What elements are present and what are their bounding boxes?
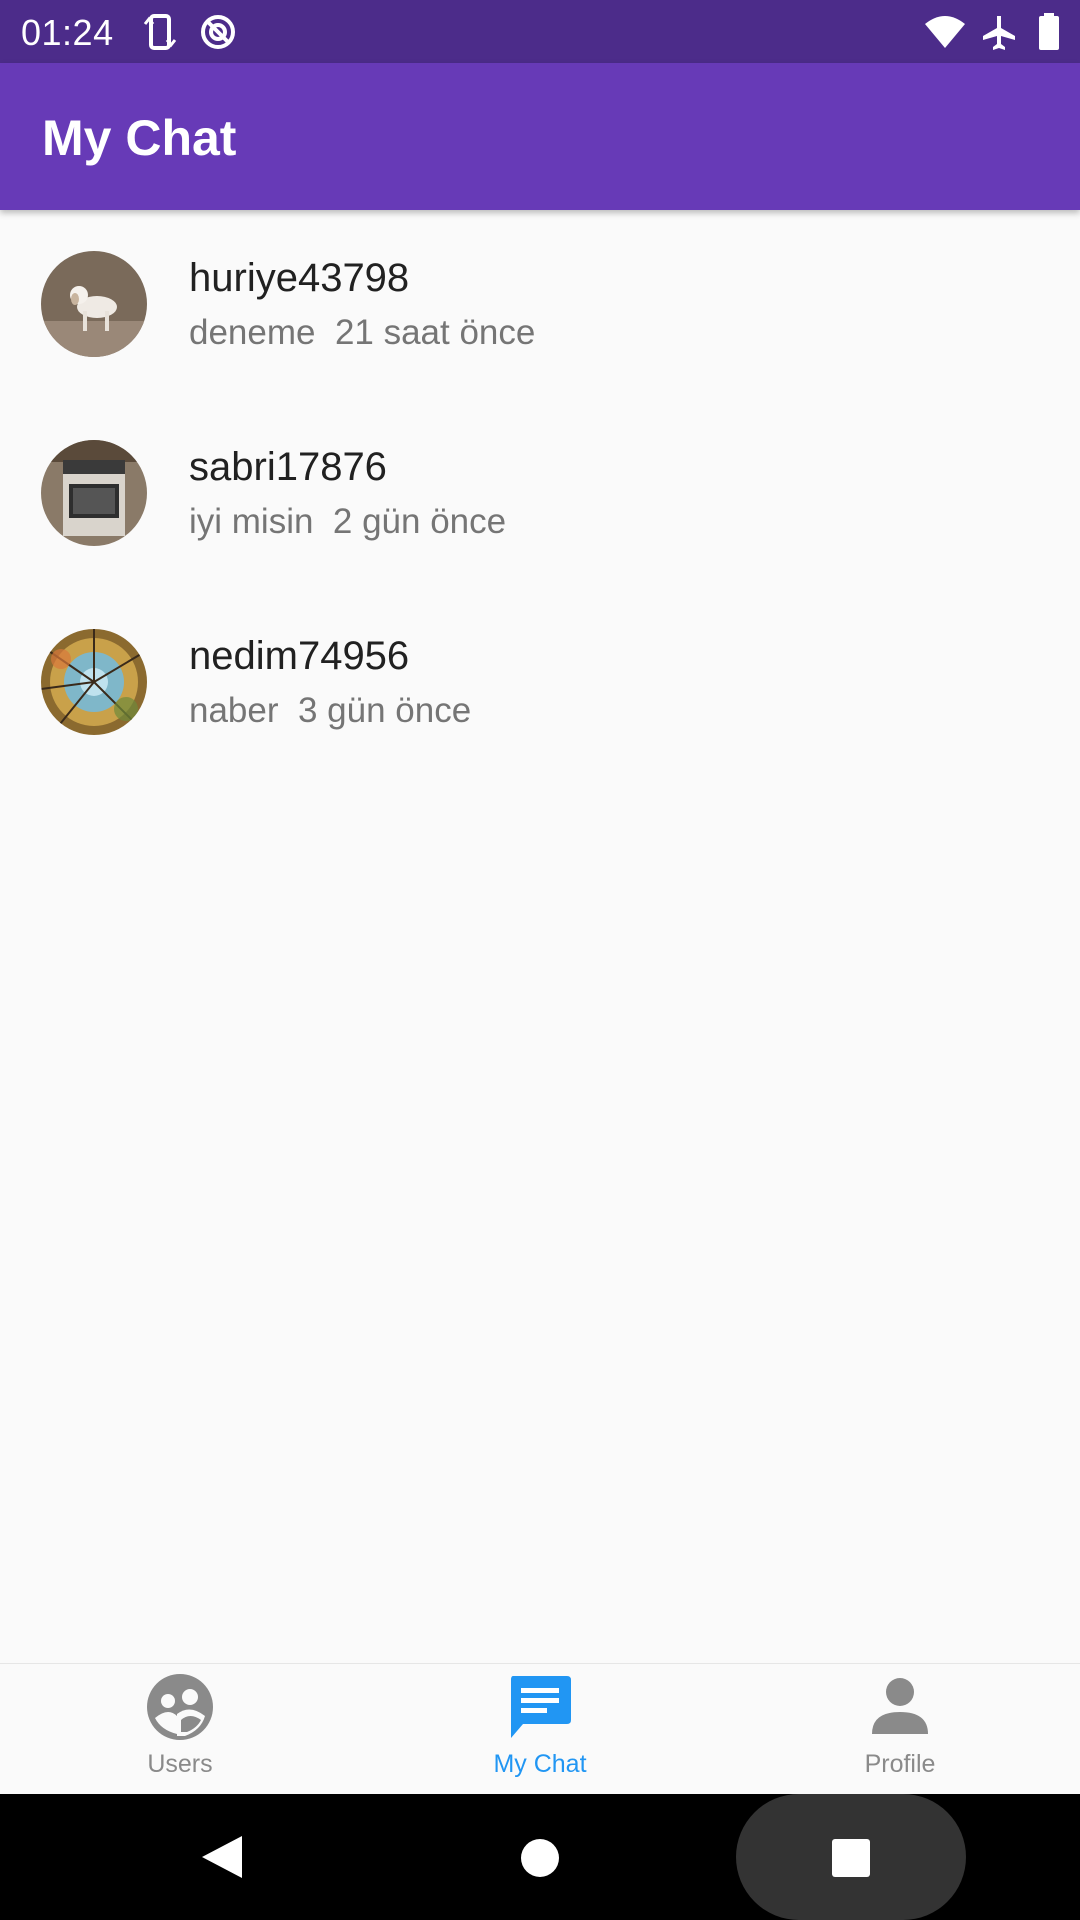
nav-item-profile[interactable]: Profile (720, 1664, 1080, 1795)
chat-preview: iyi misin 2 gün önce (189, 502, 506, 542)
system-navigation-bar (0, 1794, 1080, 1920)
nav-label-my-chat: My Chat (493, 1750, 587, 1778)
chat-preview: naber 3 gün önce (189, 691, 471, 731)
battery-icon (1039, 13, 1059, 50)
message-time: 3 gün önce (297, 691, 472, 730)
chat-username: huriye43798 (189, 256, 410, 300)
bottom-navigation: Users My Chat Profile (0, 1663, 1080, 1794)
screen-rotate-icon (143, 14, 177, 50)
chat-username: sabri17876 (189, 445, 387, 489)
last-message: iyi misin (189, 502, 314, 541)
users-icon (147, 1674, 213, 1740)
wifi-icon (925, 16, 965, 48)
back-icon[interactable] (200, 1834, 246, 1880)
home-icon[interactable] (520, 1838, 560, 1878)
nav-item-users[interactable]: Users (0, 1664, 360, 1795)
avatar (41, 251, 147, 357)
app-bar: My Chat (0, 63, 1080, 210)
last-message: naber (189, 691, 279, 730)
page-title: My Chat (42, 110, 237, 166)
status-bar: 01:24 (0, 0, 1080, 63)
profile-icon (872, 1678, 928, 1734)
chat-list-item[interactable]: nedim74956 naber 3 gün önce (0, 588, 1080, 777)
do-not-disturb-icon (201, 15, 235, 49)
chat-list-item[interactable]: huriye43798 deneme 21 saat önce (0, 210, 1080, 399)
status-time: 01:24 (21, 12, 114, 53)
nav-label-users: Users (147, 1750, 213, 1778)
chat-username: nedim74956 (189, 634, 410, 678)
avatar (41, 629, 147, 735)
recents-icon[interactable] (831, 1838, 871, 1878)
nav-label-profile: Profile (864, 1750, 936, 1778)
chat-list: huriye43798 deneme 21 saat önce sabri178… (0, 210, 1080, 777)
avatar (41, 440, 147, 546)
chat-list-item[interactable]: sabri17876 iyi misin 2 gün önce (0, 399, 1080, 588)
chat-preview: deneme 21 saat önce (189, 313, 535, 353)
message-time: 2 gün önce (332, 502, 507, 541)
chat-icon (511, 1676, 571, 1738)
last-message: deneme (189, 313, 316, 352)
message-time: 21 saat önce (334, 313, 536, 352)
airplane-icon (983, 16, 1015, 50)
nav-item-my-chat[interactable]: My Chat (360, 1664, 720, 1795)
